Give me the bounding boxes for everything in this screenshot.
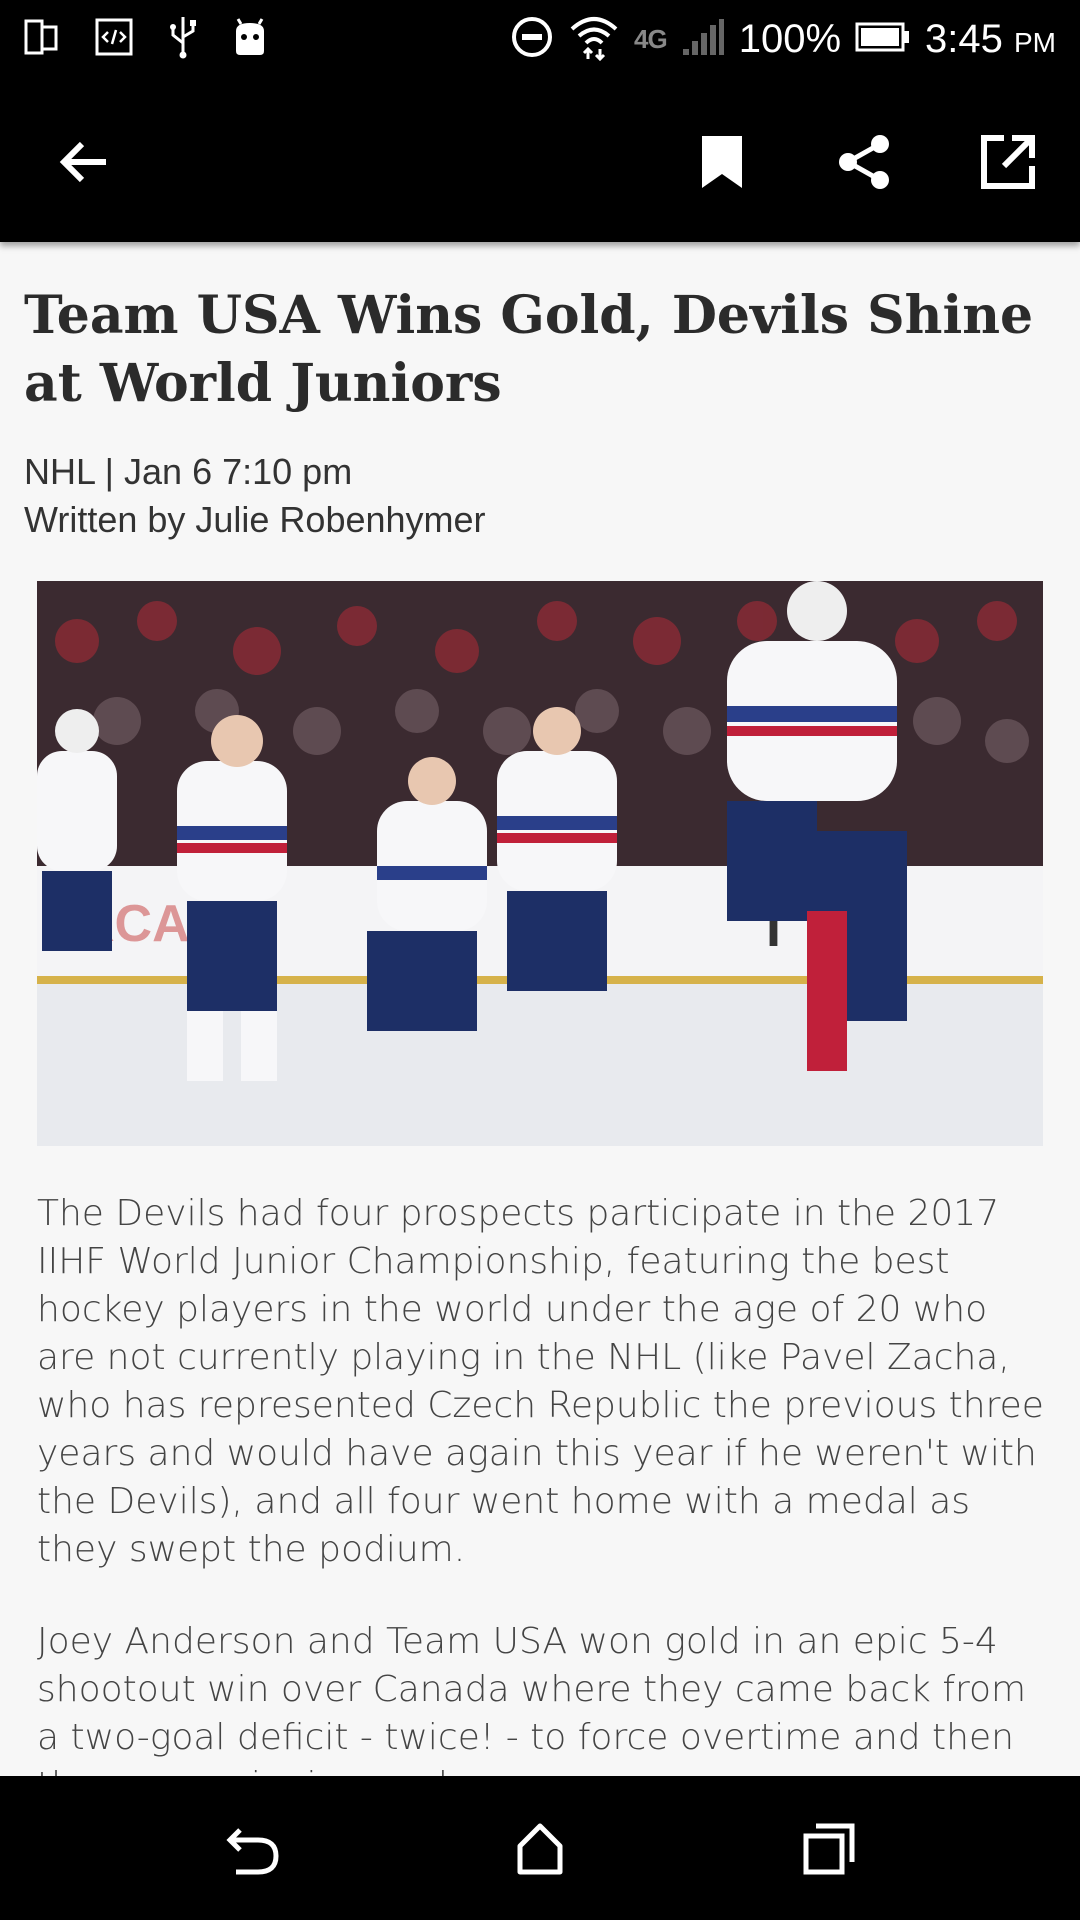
back-arrow-icon[interactable] xyxy=(42,120,126,204)
signal-icon xyxy=(681,17,725,62)
clock: 3:45 PM xyxy=(925,16,1056,61)
screen-icon xyxy=(24,17,60,62)
dnd-icon xyxy=(510,15,554,64)
battery-percent: 100% xyxy=(738,16,842,61)
article-source-date: NHL | Jan 6 7:10 pm xyxy=(24,451,353,492)
article-author: Written by Julie Robenhymer xyxy=(24,499,486,540)
open-external-icon[interactable] xyxy=(966,120,1050,204)
usb-icon xyxy=(168,15,198,64)
bookmark-icon[interactable] xyxy=(680,120,764,204)
share-icon[interactable] xyxy=(822,120,906,204)
article-title: Team USA Wins Gold, Devils Shine at Worl… xyxy=(24,285,1034,414)
back-icon[interactable] xyxy=(212,1808,292,1888)
wifi-icon xyxy=(568,13,620,66)
recent-apps-icon[interactable] xyxy=(788,1808,868,1888)
home-icon[interactable] xyxy=(500,1808,580,1888)
status-bar: 4G 100% 3:45 PM xyxy=(0,0,1080,78)
article-paragraph: Joey Anderson and Team USA won gold in a… xyxy=(37,1621,1027,1776)
article-hero-image: RCA T OT xyxy=(37,581,1043,1146)
code-icon xyxy=(94,17,134,62)
battery-icon xyxy=(855,21,911,58)
network-type-label: 4G xyxy=(634,23,668,54)
article-body: The Devils had four prospects participat… xyxy=(37,1190,1047,1776)
article-meta: NHL | Jan 6 7:10 pm Written by Julie Rob… xyxy=(24,448,486,544)
system-nav-bar xyxy=(0,1776,1080,1920)
article[interactable]: Team USA Wins Gold, Devils Shine at Worl… xyxy=(0,242,1080,1776)
app-bar xyxy=(0,78,1080,242)
article-paragraph: The Devils had four prospects participat… xyxy=(37,1193,1044,1570)
android-icon xyxy=(232,17,268,62)
